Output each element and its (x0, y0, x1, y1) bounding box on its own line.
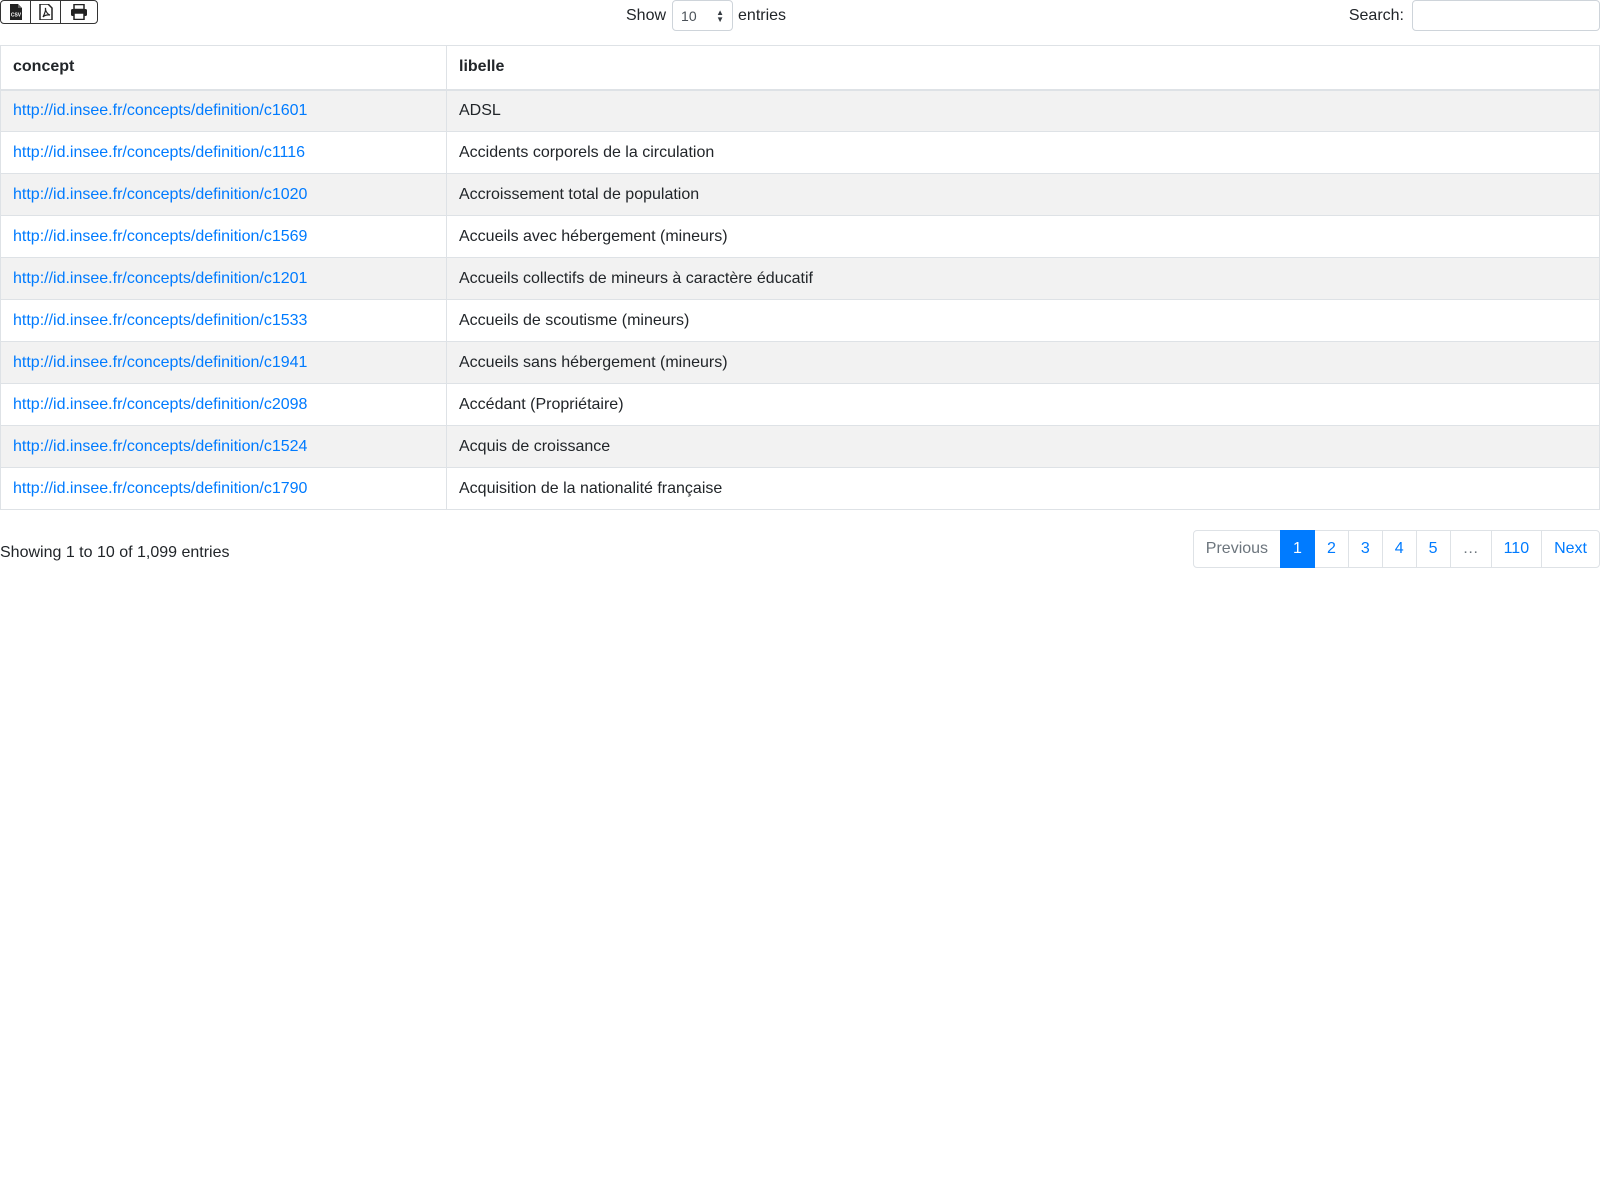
export-csv-button[interactable]: CSV (1, 1, 31, 23)
pagination: Previous 1 2 3 4 5 … 110 Next (1192, 530, 1600, 568)
concept-cell: http://id.insee.fr/concepts/definition/c… (0, 173, 447, 216)
libelle-cell: Accueils de scoutisme (mineurs) (446, 299, 1600, 342)
table-row: http://id.insee.fr/concepts/definition/c… (0, 257, 1600, 300)
concept-cell: http://id.insee.fr/concepts/definition/c… (0, 341, 447, 384)
table-row: http://id.insee.fr/concepts/definition/c… (0, 383, 1600, 426)
pagination-next[interactable]: Next (1541, 530, 1600, 568)
length-label-entries: entries (738, 6, 787, 24)
length-label-show: Show (626, 6, 667, 24)
pagination-page-2[interactable]: 2 (1313, 530, 1349, 568)
pagination-page-3[interactable]: 3 (1347, 530, 1383, 568)
select-arrows-icon: ▲ ▼ (716, 7, 725, 24)
concept-link[interactable]: http://id.insee.fr/concepts/definition/c… (13, 186, 307, 203)
print-button[interactable] (61, 1, 97, 23)
concept-link[interactable]: http://id.insee.fr/concepts/definition/c… (13, 396, 307, 413)
concept-link[interactable]: http://id.insee.fr/concepts/definition/c… (13, 144, 305, 161)
table-header-row: concept libelle (0, 45, 1600, 91)
concept-link[interactable]: http://id.insee.fr/concepts/definition/c… (13, 228, 307, 245)
print-icon (71, 4, 87, 20)
table-row: http://id.insee.fr/concepts/definition/c… (0, 299, 1600, 342)
page-length-control: Show 10 ▲ ▼ entries (626, 0, 786, 31)
concept-link[interactable]: http://id.insee.fr/concepts/definition/c… (13, 312, 307, 329)
concept-cell: http://id.insee.fr/concepts/definition/c… (0, 467, 447, 510)
concept-cell: http://id.insee.fr/concepts/definition/c… (0, 257, 447, 300)
file-csv-icon: CSV (9, 4, 22, 20)
libelle-cell: Acquis de croissance (446, 425, 1600, 468)
file-pdf-icon (38, 4, 53, 20)
table-row: http://id.insee.fr/concepts/definition/c… (0, 131, 1600, 174)
search-control: Search: (1349, 0, 1600, 31)
pagination-page-4[interactable]: 4 (1381, 530, 1417, 568)
column-header-concept[interactable]: concept (0, 45, 447, 91)
table-row: http://id.insee.fr/concepts/definition/c… (0, 173, 1600, 216)
export-pdf-button[interactable] (31, 1, 61, 23)
pagination-page-5[interactable]: 5 (1415, 530, 1451, 568)
table-row: http://id.insee.fr/concepts/definition/c… (0, 215, 1600, 258)
column-header-libelle[interactable]: libelle (446, 45, 1600, 91)
concept-link[interactable]: http://id.insee.fr/concepts/definition/c… (13, 102, 307, 119)
export-button-group: CSV (0, 0, 98, 24)
search-input[interactable] (1412, 0, 1600, 31)
pagination-previous[interactable]: Previous (1192, 530, 1282, 568)
libelle-cell: Accidents corporels de la circulation (446, 131, 1600, 174)
concept-link[interactable]: http://id.insee.fr/concepts/definition/c… (13, 354, 307, 371)
concept-link[interactable]: http://id.insee.fr/concepts/definition/c… (13, 480, 307, 497)
concept-cell: http://id.insee.fr/concepts/definition/c… (0, 383, 447, 426)
concept-cell: http://id.insee.fr/concepts/definition/c… (0, 131, 447, 174)
pagination-ellipsis: … (1449, 530, 1492, 568)
libelle-cell: Accroissement total de population (446, 173, 1600, 216)
page-length-select[interactable]: 10 ▲ ▼ (672, 0, 734, 31)
libelle-cell: Acquisition de la nationalité française (446, 467, 1600, 510)
table-controls: CSV Show 10 ▲ ▼ entries Search: (0, 0, 1600, 40)
libelle-cell: Accueils sans hébergement (mineurs) (446, 341, 1600, 384)
concepts-table: concept libelle http://id.insee.fr/conce… (0, 45, 1600, 510)
concept-cell: http://id.insee.fr/concepts/definition/c… (0, 89, 447, 132)
libelle-cell: Accueils avec hébergement (mineurs) (446, 215, 1600, 258)
libelle-cell: ADSL (446, 89, 1600, 132)
svg-text:CSV: CSV (10, 13, 21, 19)
pagination-page-1[interactable]: 1 (1280, 530, 1315, 568)
libelle-cell: Accueils collectifs de mineurs à caractè… (446, 257, 1600, 300)
table-info: Showing 1 to 10 of 1,099 entries (0, 544, 230, 561)
concept-cell: http://id.insee.fr/concepts/definition/c… (0, 215, 447, 258)
table-row: http://id.insee.fr/concepts/definition/c… (0, 341, 1600, 384)
concept-link[interactable]: http://id.insee.fr/concepts/definition/c… (13, 270, 307, 287)
libelle-cell: Accédant (Propriétaire) (446, 383, 1600, 426)
table-row: http://id.insee.fr/concepts/definition/c… (0, 89, 1600, 132)
table-row: http://id.insee.fr/concepts/definition/c… (0, 425, 1600, 468)
concept-cell: http://id.insee.fr/concepts/definition/c… (0, 299, 447, 342)
page-length-value: 10 (681, 7, 697, 24)
pagination-page-110[interactable]: 110 (1490, 530, 1543, 568)
concept-link[interactable]: http://id.insee.fr/concepts/definition/c… (13, 438, 307, 455)
search-label: Search: (1348, 6, 1404, 24)
concept-cell: http://id.insee.fr/concepts/definition/c… (0, 425, 447, 468)
table-row: http://id.insee.fr/concepts/definition/c… (0, 467, 1600, 510)
